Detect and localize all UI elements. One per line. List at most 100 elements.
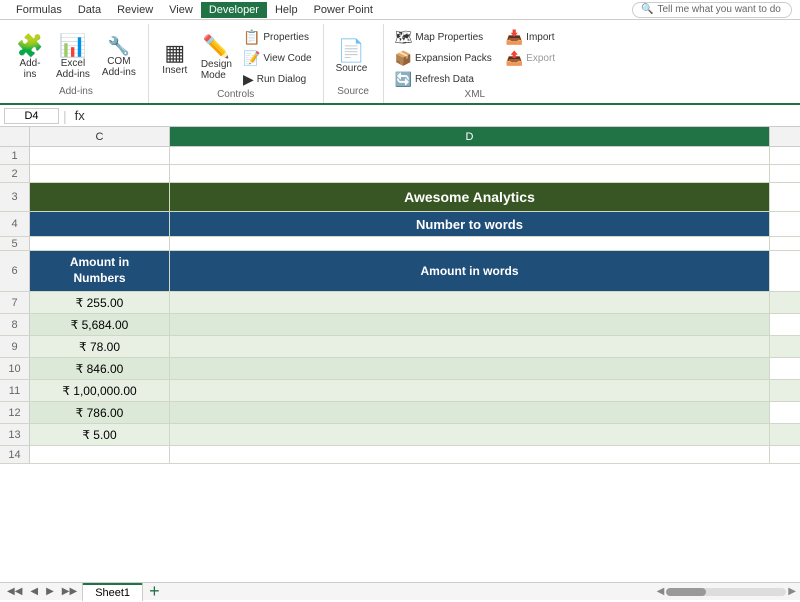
cell-3-d[interactable]: Awesome Analytics [170, 183, 770, 211]
cell-13-d[interactable] [170, 424, 770, 445]
cell-13-c[interactable]: ₹ 5.00 [30, 424, 170, 445]
row-num-13: 13 [0, 424, 30, 445]
scroll-left-arrow[interactable]: ◀ [657, 586, 665, 597]
properties-button[interactable]: 📋 Properties [240, 28, 315, 47]
expansion-packs-label: Expansion Packs [415, 53, 492, 64]
source-buttons: 📄 Source [332, 28, 372, 86]
cell-2-d[interactable] [170, 165, 770, 182]
view-code-button[interactable]: 📝 View Code [240, 49, 315, 68]
add-sheet-button[interactable]: + [149, 581, 160, 602]
menu-review[interactable]: Review [109, 2, 161, 18]
header-amount-numbers: Amount inNumbers [70, 255, 129, 286]
cell-5-c[interactable] [30, 237, 170, 250]
xml-left-buttons: 🗺 Map Properties 📦 Expansion Packs 🔄 Ref… [392, 28, 495, 89]
import-label: Import [526, 32, 554, 43]
excel-addins-icon: 📊 [59, 35, 86, 57]
menu-data[interactable]: Data [70, 2, 109, 18]
amount-100000: ₹ 1,00,000.00 [62, 384, 136, 398]
cell-1-c[interactable] [30, 147, 170, 164]
excel-add-ins-label: ExcelAdd-ins [56, 58, 90, 80]
export-button[interactable]: 📤 Export [503, 49, 558, 68]
map-properties-button[interactable]: 🗺 Map Properties [392, 28, 495, 47]
col-header-d: D [170, 127, 770, 146]
table-row: 1 [0, 147, 800, 165]
cell-7-d[interactable] [170, 292, 770, 313]
cell-8-c[interactable]: ₹ 5,684.00 [30, 314, 170, 335]
run-dialog-icon: ▶ [243, 71, 254, 88]
view-code-label: View Code [263, 53, 311, 64]
menu-view[interactable]: View [161, 2, 201, 18]
formula-bar: | fx [0, 105, 800, 127]
cell-11-c[interactable]: ₹ 1,00,000.00 [30, 380, 170, 401]
tab-nav-last[interactable]: ▶▶ [59, 586, 80, 597]
header-amount-words: Amount in words [421, 264, 519, 278]
source-button[interactable]: 📄 Source [332, 38, 372, 76]
controls-buttons: ▦ Insert ✏️ DesignMode 📋 Properties 📝 Vi… [157, 28, 315, 89]
scrollbar-area: ◀◀ ◀ ▶ ▶▶ Sheet1 + ◀ ▶ [0, 582, 800, 600]
cell-8-d[interactable] [170, 314, 770, 335]
menu-power-point[interactable]: Power Point [306, 2, 381, 18]
tab-nav-next[interactable]: ▶ [43, 586, 57, 597]
refresh-data-label: Refresh Data [415, 74, 474, 85]
cell-7-c[interactable]: ₹ 255.00 [30, 292, 170, 313]
row-num-header [0, 127, 30, 146]
menu-formulas[interactable]: Formulas [8, 2, 70, 18]
import-button[interactable]: 📥 Import [503, 28, 558, 47]
cell-14-d[interactable] [170, 446, 770, 463]
map-properties-label: Map Properties [415, 32, 483, 43]
cell-10-c[interactable]: ₹ 846.00 [30, 358, 170, 379]
controls-group-label: Controls [157, 89, 315, 102]
expansion-packs-button[interactable]: 📦 Expansion Packs [392, 49, 495, 68]
cell-12-d[interactable] [170, 402, 770, 423]
menu-developer[interactable]: Developer [201, 2, 267, 18]
controls-small-buttons: 📋 Properties 📝 View Code ▶ Run Dialog [240, 28, 315, 89]
add-ins-button[interactable]: 🧩 Add-ins [12, 33, 48, 82]
cell-6-c[interactable]: Amount inNumbers [30, 251, 170, 291]
tab-nav-prev[interactable]: ◀ [27, 586, 41, 597]
properties-icon: 📋 [243, 29, 260, 46]
row-num-8: 8 [0, 314, 30, 335]
menu-help[interactable]: Help [267, 2, 306, 18]
scroll-right-arrow[interactable]: ▶ [788, 586, 796, 597]
cell-6-d[interactable]: Amount in words [170, 251, 770, 291]
run-dialog-button[interactable]: ▶ Run Dialog [240, 70, 315, 89]
row-num-2: 2 [0, 165, 30, 182]
title-number-to-words: Number to words [416, 217, 523, 232]
amount-786: ₹ 786.00 [76, 406, 124, 420]
formula-input[interactable] [93, 109, 796, 123]
row-num-1: 1 [0, 147, 30, 164]
xml-group-label: XML [392, 89, 559, 102]
cell-3-c[interactable] [30, 183, 170, 211]
table-row: 13 ₹ 5.00 [0, 424, 800, 446]
sheet-tab-sheet1[interactable]: Sheet1 [82, 583, 143, 601]
cell-9-c[interactable]: ₹ 78.00 [30, 336, 170, 357]
export-icon: 📤 [506, 50, 523, 67]
amount-255: ₹ 255.00 [76, 296, 124, 310]
table-row: 3 Awesome Analytics [0, 183, 800, 212]
run-dialog-label: Run Dialog [257, 74, 306, 85]
search-bar[interactable]: 🔍 Tell me what you want to do [632, 2, 792, 18]
title-awesome-analytics: Awesome Analytics [404, 189, 535, 205]
cell-12-c[interactable]: ₹ 786.00 [30, 402, 170, 423]
cell-4-c[interactable] [30, 212, 170, 236]
cell-9-d[interactable] [170, 336, 770, 357]
cell-1-d[interactable] [170, 147, 770, 164]
cell-2-c[interactable] [30, 165, 170, 182]
addins-buttons: 🧩 Add-ins 📊 ExcelAdd-ins 🔧 COMAdd-ins [12, 28, 140, 86]
insert-label: Insert [162, 65, 187, 76]
design-mode-button[interactable]: ✏️ DesignMode [197, 34, 236, 83]
com-add-ins-button[interactable]: 🔧 COMAdd-ins [98, 35, 140, 80]
horizontal-scrollbar[interactable] [666, 588, 786, 596]
insert-button[interactable]: ▦ Insert [157, 40, 193, 78]
export-label: Export [526, 53, 555, 64]
tab-nav-first[interactable]: ◀◀ [4, 586, 25, 597]
excel-add-ins-button[interactable]: 📊 ExcelAdd-ins [52, 33, 94, 82]
cell-14-c[interactable] [30, 446, 170, 463]
name-box[interactable] [4, 108, 59, 124]
row-num-6: 6 [0, 251, 30, 291]
cell-10-d[interactable] [170, 358, 770, 379]
refresh-data-button[interactable]: 🔄 Refresh Data [392, 70, 495, 89]
cell-5-d[interactable] [170, 237, 770, 250]
cell-4-d[interactable]: Number to words [170, 212, 770, 236]
cell-11-d[interactable] [170, 380, 770, 401]
